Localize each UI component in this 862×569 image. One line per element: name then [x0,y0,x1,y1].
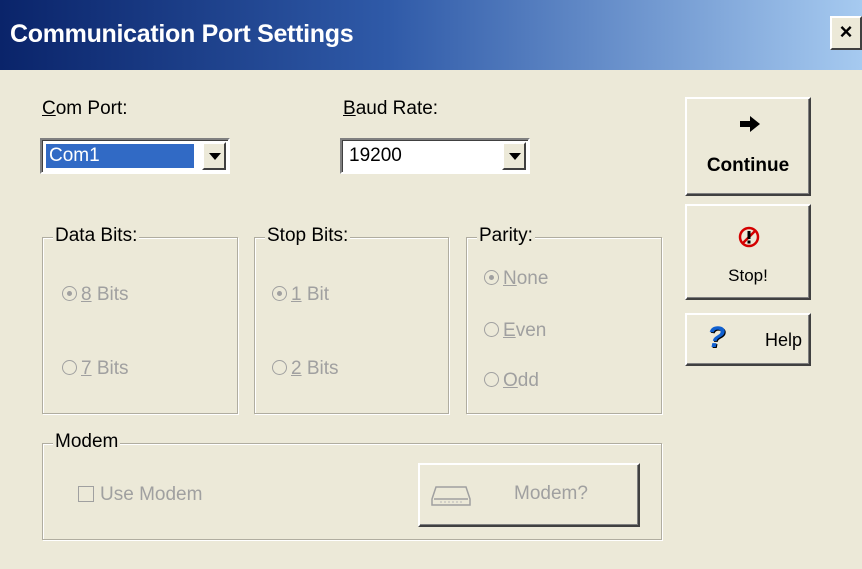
baud-rate-label: Baud Rate: [343,98,439,119]
com-port-dropdown-button[interactable] [202,142,226,170]
baud-rate-select[interactable]: 19200 [340,138,530,174]
com-port-label: Com Port: [42,98,128,119]
radio-1-bit[interactable]: 1 Bit [272,284,329,306]
radio-7-bits[interactable]: 7 Bits [62,358,129,380]
use-modem-checkbox[interactable] [78,486,94,502]
help-button[interactable]: ? Help [685,313,811,366]
data-bits-legend: Data Bits: [53,225,140,247]
close-icon: × [839,19,853,44]
stop-button[interactable]: Stop! [685,204,811,300]
modem-device-icon [431,486,471,506]
baud-rate-value: 19200 [349,145,402,166]
question-mark-icon: ? [707,321,726,354]
radio-dot [272,286,287,301]
com-port-select[interactable]: Com1 [40,138,230,174]
window-title: Communication Port Settings [10,20,354,48]
baud-rate-dropdown-button[interactable] [502,142,526,170]
radio-dot [484,322,499,337]
stop-no-entry-icon [738,226,760,248]
radio-parity-none[interactable]: None [484,268,548,290]
stop-bits-group: Stop Bits: [254,225,449,414]
radio-8-bits[interactable]: 8 Bits [62,284,129,306]
modem-legend: Modem [53,431,121,453]
continue-label: Continue [706,155,790,176]
modem-button-label: Modem? [514,483,588,504]
use-modem-label: Use Modem [100,484,203,505]
stop-bits-legend: Stop Bits: [265,225,351,247]
parity-legend: Parity: [477,225,535,247]
radio-dot [484,270,499,285]
data-bits-group: Data Bits: [42,225,238,414]
radio-parity-even[interactable]: Even [484,320,546,342]
right-arrow-icon [740,116,760,132]
radio-dot [62,360,77,375]
com-port-value: Com1 [46,144,194,168]
radio-dot [272,360,287,375]
radio-parity-odd[interactable]: Odd [484,370,539,392]
radio-dot [62,286,77,301]
radio-2-bits[interactable]: 2 Bits [272,358,339,380]
chevron-down-icon [509,153,521,160]
radio-dot [484,372,499,387]
close-button[interactable]: × [830,16,862,50]
modem-button[interactable]: Modem? [418,463,640,527]
continue-button[interactable]: Continue [685,97,811,196]
stop-label: Stop! [728,266,768,285]
chevron-down-icon [209,153,221,160]
help-label: Help [765,330,803,350]
